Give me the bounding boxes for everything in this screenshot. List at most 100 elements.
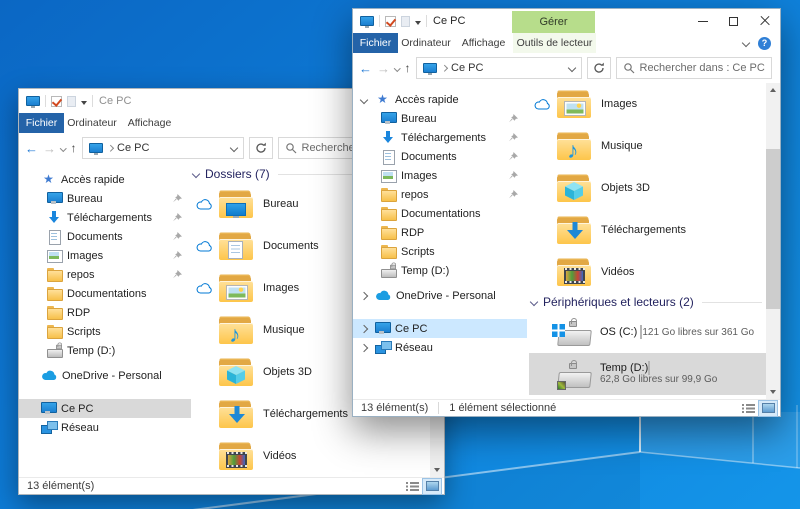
back-button[interactable]: ← — [25, 142, 38, 155]
refresh-button[interactable] — [249, 137, 273, 159]
folder-tile-videos[interactable]: Vidéos — [191, 435, 430, 477]
this-pc-icon — [89, 143, 103, 153]
details-view-button[interactable] — [739, 401, 757, 416]
sidebar-item-reseau[interactable]: Réseau — [353, 338, 527, 357]
address-dropdown-icon[interactable] — [229, 144, 237, 152]
scroll-up-icon[interactable] — [766, 83, 780, 97]
folder-tile-images[interactable]: Images — [529, 83, 766, 125]
expand-tree-icon[interactable] — [360, 324, 368, 332]
drive-tile-os-c[interactable]: OS (C:) 121 Go libres sur 361 Go — [529, 311, 766, 353]
new-folder-icon[interactable] — [401, 16, 410, 27]
pin-icon[interactable] — [173, 232, 182, 241]
tab-fichier[interactable]: Fichier — [353, 33, 398, 53]
folder-tile-videos[interactable]: Vidéos — [529, 251, 766, 293]
address-box[interactable]: Ce PC — [416, 57, 582, 79]
sidebar-item-scripts[interactable]: Scripts — [353, 242, 527, 261]
expand-tree-icon[interactable] — [360, 343, 368, 351]
thumbnails-view-button[interactable] — [759, 401, 777, 416]
tab-ordinateur[interactable]: Ordinateur — [398, 33, 454, 53]
folder-tile-objets-3d[interactable]: Objets 3D — [529, 167, 766, 209]
address-box[interactable]: Ce PC — [82, 137, 244, 159]
address-dropdown-icon[interactable] — [567, 64, 575, 72]
drive-tile-temp-d[interactable]: Temp (D:) 62,8 Go libres sur 99,9 Go — [529, 353, 766, 395]
history-dropdown-icon[interactable] — [394, 65, 400, 71]
expand-ribbon-icon[interactable] — [742, 39, 750, 47]
tab-ordinateur[interactable]: Ordinateur — [64, 113, 120, 133]
sidebar-item-repos[interactable]: repos — [19, 265, 191, 284]
pin-icon[interactable] — [509, 190, 518, 199]
sidebar-item-onedrive[interactable]: OneDrive - Personal — [353, 286, 527, 305]
tab-fichier[interactable]: Fichier — [19, 113, 64, 133]
pin-icon[interactable] — [173, 251, 182, 260]
collapse-tree-icon[interactable] — [360, 95, 368, 103]
forward-button[interactable]: → — [377, 62, 390, 75]
forward-button[interactable]: → — [43, 142, 56, 155]
sidebar-item-repos[interactable]: repos — [353, 185, 527, 204]
contextual-tab-group-gerer[interactable]: Gérer — [512, 11, 595, 33]
scrollbar-thumb[interactable] — [766, 149, 780, 309]
pin-icon[interactable] — [509, 133, 518, 142]
details-view-button[interactable] — [403, 479, 421, 494]
help-button[interactable]: ? — [758, 37, 771, 50]
tab-affichage[interactable]: Affichage — [120, 113, 179, 133]
sidebar-item-temp-d[interactable]: Temp (D:) — [19, 341, 191, 360]
scroll-down-icon[interactable] — [766, 385, 780, 399]
sidebar-item-bureau[interactable]: Bureau — [353, 109, 527, 128]
pin-icon[interactable] — [173, 270, 182, 279]
sidebar-item-ce-pc[interactable]: Ce PC — [19, 399, 191, 418]
sidebar-item-onedrive[interactable]: OneDrive - Personal — [19, 366, 191, 385]
sidebar-item-documentations[interactable]: Documentations — [353, 204, 527, 223]
sidebar-item-acces-rapide[interactable]: ★ Accès rapide — [19, 170, 191, 189]
tab-outils-de-lecteur[interactable]: Outils de lecteur — [513, 33, 596, 53]
sidebar-item-reseau[interactable]: Réseau — [19, 418, 191, 437]
sidebar-item-rdp[interactable]: RDP — [353, 223, 527, 242]
maximize-button[interactable] — [718, 9, 749, 33]
sidebar-item-temp-d[interactable]: Temp (D:) — [353, 261, 527, 280]
minimize-button[interactable] — [687, 9, 718, 33]
drive-label-icon — [557, 381, 566, 390]
folder-tile-musique[interactable]: ♪ Musique — [529, 125, 766, 167]
sidebar-item-acces-rapide[interactable]: ★ Accès rapide — [353, 90, 527, 109]
up-button[interactable]: ↑ — [405, 62, 411, 74]
sidebar-item-scripts[interactable]: Scripts — [19, 322, 191, 341]
scrollbar[interactable] — [766, 83, 780, 399]
pin-icon[interactable] — [509, 152, 518, 161]
titlebar: Ce PC Gérer — [353, 9, 780, 33]
sidebar-item-bureau[interactable]: Bureau — [19, 189, 191, 208]
expand-tree-icon[interactable] — [360, 291, 368, 299]
properties-checkbox-icon[interactable] — [51, 96, 62, 107]
sidebar-item-rdp[interactable]: RDP — [19, 303, 191, 322]
folder-tile-telechargements[interactable]: Téléchargements — [529, 209, 766, 251]
up-button[interactable]: ↑ — [71, 142, 77, 154]
sidebar-item-images[interactable]: Images — [19, 246, 191, 265]
group-header-peripheriques[interactable]: Périphériques et lecteurs (2) — [529, 293, 766, 311]
pin-icon[interactable] — [173, 194, 182, 203]
history-dropdown-icon[interactable] — [60, 145, 66, 151]
pin-icon[interactable] — [509, 171, 518, 180]
sidebar-item-telechargements[interactable]: Téléchargements — [353, 128, 527, 147]
refresh-button[interactable] — [587, 57, 611, 79]
customize-toolbar-arrow-icon[interactable] — [81, 101, 87, 105]
search-input[interactable]: Rechercher dans : Ce PC — [616, 57, 773, 79]
pin-icon[interactable] — [173, 213, 182, 222]
sidebar-item-images[interactable]: Images — [353, 166, 527, 185]
new-folder-icon[interactable] — [67, 96, 76, 107]
collapse-group-icon[interactable] — [530, 298, 538, 306]
separator — [379, 15, 380, 27]
sidebar-item-documents[interactable]: Documents — [353, 147, 527, 166]
close-button[interactable] — [749, 9, 780, 33]
tab-affichage[interactable]: Affichage — [454, 33, 513, 53]
properties-checkbox-icon[interactable] — [385, 16, 396, 27]
breadcrumb[interactable]: Ce PC — [117, 142, 149, 154]
sidebar-item-documentations[interactable]: Documentations — [19, 284, 191, 303]
scroll-down-icon[interactable] — [430, 463, 444, 477]
thumbnails-view-button[interactable] — [423, 479, 441, 494]
sidebar-item-documents[interactable]: Documents — [19, 227, 191, 246]
back-button[interactable]: ← — [359, 62, 372, 75]
sidebar-item-telechargements[interactable]: Téléchargements — [19, 208, 191, 227]
collapse-group-icon[interactable] — [192, 170, 200, 178]
breadcrumb[interactable]: Ce PC — [451, 62, 483, 74]
customize-toolbar-arrow-icon[interactable] — [415, 21, 421, 25]
sidebar-item-ce-pc[interactable]: Ce PC — [353, 319, 527, 338]
pin-icon[interactable] — [509, 114, 518, 123]
